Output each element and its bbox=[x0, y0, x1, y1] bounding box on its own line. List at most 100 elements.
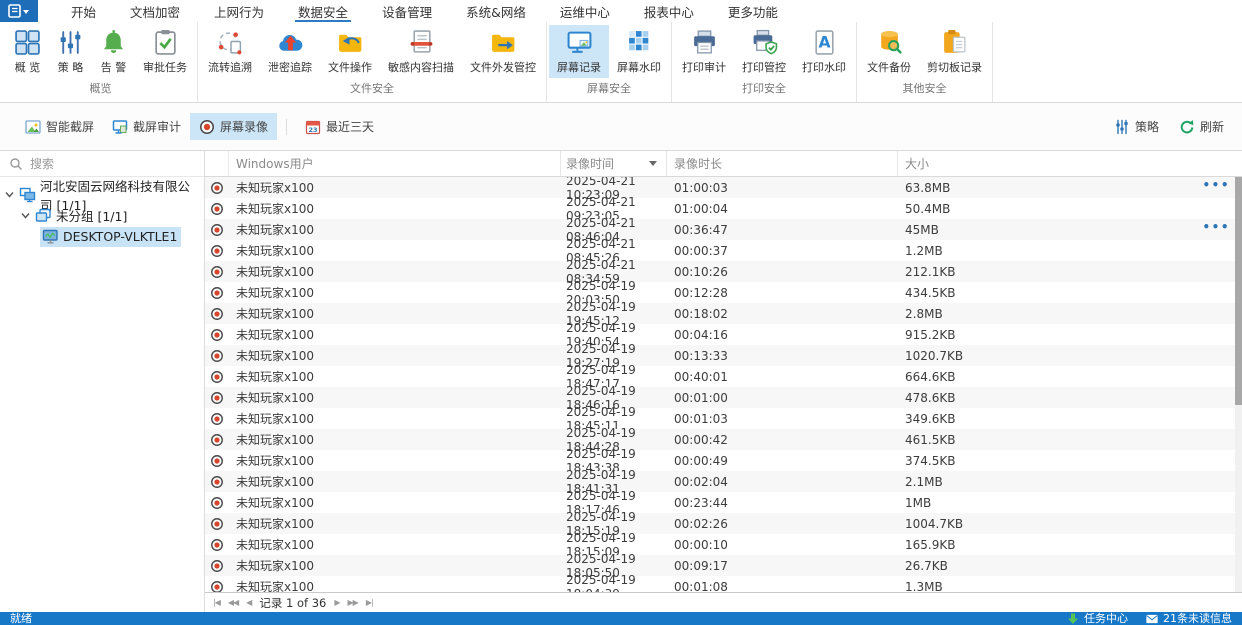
tree-node-desktop[interactable]: DESKTOP-VLKTLE1 bbox=[0, 226, 204, 247]
table-row[interactable]: 未知玩家x100 2025-04-19 20:03:50 00:12:28 43… bbox=[205, 279, 1242, 307]
smart-capture-label: 智能截屏 bbox=[46, 120, 95, 134]
last-page-button[interactable]: ▶| bbox=[366, 598, 374, 607]
table-row[interactable]: 未知玩家x100 2025-04-19 18:46:16 00:01:00 47… bbox=[205, 384, 1242, 412]
envelope-icon bbox=[1146, 614, 1158, 623]
row-actions-menu-icon[interactable]: ••• bbox=[1202, 220, 1230, 234]
leak-trace-button[interactable]: 泄密追踪 bbox=[260, 25, 320, 78]
table-row[interactable]: 未知玩家x100 2025-04-19 19:45:12 00:18:02 2.… bbox=[205, 300, 1242, 328]
table-row[interactable]: 未知玩家x100 2025-04-21 10:23:09 01:00:03 63… bbox=[205, 177, 1242, 202]
menu-tab-doc-encrypt[interactable]: 文档加密 bbox=[113, 0, 197, 22]
sensitive-scan-button[interactable]: 敏感内容扫描 bbox=[380, 25, 462, 78]
sort-filter-arrow-icon[interactable] bbox=[649, 161, 657, 166]
cell-record-duration: 00:23:44 bbox=[674, 495, 728, 510]
table-row[interactable]: 未知玩家x100 2025-04-19 18:44:28 00:00:42 46… bbox=[205, 426, 1242, 454]
scrollbar-thumb[interactable] bbox=[1235, 177, 1242, 406]
prev-page-button[interactable]: ◀ bbox=[246, 598, 252, 607]
screen-record-button[interactable]: 屏幕记录 bbox=[549, 25, 609, 78]
print-audit-button[interactable]: 打印审计 bbox=[674, 25, 734, 78]
task-center-button[interactable]: 任务中心 bbox=[1067, 612, 1128, 625]
approval-tasks-button[interactable]: 审批任务 bbox=[135, 25, 195, 78]
refresh-button[interactable]: 刷新 bbox=[1177, 114, 1226, 139]
cell-record-duration: 01:00:04 bbox=[674, 201, 728, 216]
overview-label: 概 览 bbox=[14, 61, 41, 74]
capture-audit-label: 截屏审计 bbox=[133, 120, 182, 134]
table-row[interactable]: 未知玩家x100 2025-04-19 18:47:17 00:40:01 66… bbox=[205, 363, 1242, 391]
cell-size: 349.6KB bbox=[905, 411, 956, 426]
table-row[interactable]: 未知玩家x100 2025-04-19 18:15:19 00:02:26 10… bbox=[205, 510, 1242, 538]
fast-next-page-button[interactable]: ▶▶ bbox=[348, 598, 359, 607]
table-body: 未知玩家x100 2025-04-21 10:23:09 01:00:03 63… bbox=[205, 177, 1242, 592]
table-row[interactable]: 未知玩家x100 2025-04-19 18:15:09 00:00:10 16… bbox=[205, 531, 1242, 559]
table-row[interactable]: 未知玩家x100 2025-04-21 08:34:59 00:10:26 21… bbox=[205, 258, 1242, 286]
menu-tab-start[interactable]: 开始 bbox=[54, 0, 113, 22]
table-row[interactable]: 未知玩家x100 2025-04-19 18:05:50 00:09:17 26… bbox=[205, 552, 1242, 580]
fast-prev-page-button[interactable]: ◀◀ bbox=[228, 598, 239, 607]
menu-tab-system-network[interactable]: 系统&网络 bbox=[449, 0, 543, 22]
menu-tab-report-center[interactable]: 报表中心 bbox=[627, 0, 711, 22]
record-dot-icon bbox=[211, 517, 223, 530]
table-row[interactable]: 未知玩家x100 2025-04-21 08:46:04 00:36:47 45… bbox=[205, 216, 1242, 244]
clipboard-record-label: 剪切板记录 bbox=[927, 61, 982, 74]
record-dot-icon bbox=[211, 328, 223, 341]
cell-windows-user: 未知玩家x100 bbox=[236, 580, 315, 592]
sensitive-scan-label: 敏感内容扫描 bbox=[388, 61, 454, 74]
alarm-button[interactable]: 告 警 bbox=[92, 25, 135, 78]
screen-video-button[interactable]: 屏幕录像 bbox=[190, 113, 278, 140]
search-input[interactable] bbox=[30, 156, 195, 171]
ribbon-group-label-screen-security: 屏幕安全 bbox=[587, 82, 631, 95]
table-row[interactable]: 未知玩家x100 2025-04-19 18:43:38 00:00:49 37… bbox=[205, 447, 1242, 475]
cell-size: 461.5KB bbox=[905, 432, 956, 447]
table-row[interactable]: 未知玩家x100 2025-04-21 09:23:05 01:00:04 50… bbox=[205, 195, 1242, 223]
cell-record-duration: 00:00:42 bbox=[674, 432, 728, 447]
table-row[interactable]: 未知玩家x100 2025-04-19 18:17:46 00:23:44 1M… bbox=[205, 489, 1242, 517]
flow-trace-button[interactable]: 流转追溯 bbox=[200, 25, 260, 78]
header-record-duration[interactable]: 录像时长 bbox=[667, 151, 898, 176]
row-actions-menu-icon[interactable]: ••• bbox=[1202, 178, 1230, 192]
menu-tab-web-behavior[interactable]: 上网行为 bbox=[197, 0, 281, 22]
table-row[interactable]: 未知玩家x100 2025-04-19 18:41:31 00:02:04 2.… bbox=[205, 468, 1242, 496]
menu-tab-device-mgmt[interactable]: 设备管理 bbox=[365, 0, 449, 22]
file-ops-icon bbox=[338, 34, 361, 52]
app-menu-button[interactable] bbox=[0, 0, 38, 22]
tree-node-company[interactable]: 河北安固云网络科技有限公司 [1/1] bbox=[0, 179, 204, 213]
file-outgoing-button[interactable]: 文件外发管控 bbox=[462, 25, 544, 78]
table-row[interactable]: 未知玩家x100 2025-04-19 19:40:54 00:04:16 91… bbox=[205, 321, 1242, 349]
unread-messages-label: 21条未读信息 bbox=[1163, 612, 1232, 625]
table-row[interactable]: 未知玩家x100 2025-04-19 18:04:39 00:01:08 1.… bbox=[205, 573, 1242, 592]
record-dot-icon bbox=[211, 559, 223, 572]
policy-toolbar-button[interactable]: 策略 bbox=[1112, 114, 1161, 139]
tree-node-desktop-label: DESKTOP-VLKTLE1 bbox=[63, 229, 178, 244]
next-page-button[interactable]: ▶ bbox=[334, 598, 340, 607]
menu-tab-data-security[interactable]: 数据安全 bbox=[281, 0, 365, 22]
ribbon-group-print-security: 打印审计 打印管控 A 打印水印 打印安全 bbox=[672, 22, 857, 102]
chevron-down-icon[interactable] bbox=[4, 189, 15, 200]
print-control-button[interactable]: 打印管控 bbox=[734, 25, 794, 78]
cell-record-duration: 00:12:28 bbox=[674, 285, 728, 300]
unread-messages-button[interactable]: 21条未读信息 bbox=[1146, 612, 1232, 625]
smart-capture-button[interactable]: 智能截屏 bbox=[16, 113, 103, 140]
print-watermark-button[interactable]: A 打印水印 bbox=[794, 25, 854, 78]
cell-windows-user: 未知玩家x100 bbox=[236, 202, 315, 216]
file-ops-button[interactable]: 文件操作 bbox=[320, 25, 380, 78]
vertical-scrollbar[interactable] bbox=[1235, 177, 1242, 592]
overview-button[interactable]: 概 览 bbox=[6, 25, 49, 78]
header-windows-user[interactable]: Windows用户 bbox=[229, 151, 561, 176]
clipboard-record-button[interactable]: 剪切板记录 bbox=[919, 25, 990, 78]
smart-capture-icon bbox=[25, 119, 41, 134]
menu-tab-more[interactable]: 更多功能 bbox=[711, 0, 795, 22]
table-row[interactable]: 未知玩家x100 2025-04-19 18:45:11 00:01:03 34… bbox=[205, 405, 1242, 433]
last-three-days-button[interactable]: 23 最近三天 bbox=[296, 113, 383, 140]
header-size[interactable]: 大小 bbox=[898, 151, 1242, 176]
cell-record-duration: 00:00:49 bbox=[674, 453, 728, 468]
menu-tab-ops-center[interactable]: 运维中心 bbox=[543, 0, 627, 22]
screen-watermark-button[interactable]: 屏幕水印 bbox=[609, 25, 669, 78]
capture-audit-button[interactable]: 截屏审计 bbox=[103, 113, 190, 140]
header-record-time[interactable]: 录像时间 bbox=[561, 151, 667, 176]
table-row[interactable]: 未知玩家x100 2025-04-19 19:27:19 00:13:33 10… bbox=[205, 342, 1242, 370]
chevron-down-icon[interactable] bbox=[20, 210, 31, 221]
print-audit-label: 打印审计 bbox=[682, 61, 726, 74]
policy-button[interactable]: 策 略 bbox=[49, 25, 92, 78]
first-page-button[interactable]: |◀ bbox=[213, 598, 221, 607]
file-backup-button[interactable]: 文件备份 bbox=[859, 25, 919, 78]
table-row[interactable]: 未知玩家x100 2025-04-21 08:45:26 00:00:37 1.… bbox=[205, 237, 1242, 265]
